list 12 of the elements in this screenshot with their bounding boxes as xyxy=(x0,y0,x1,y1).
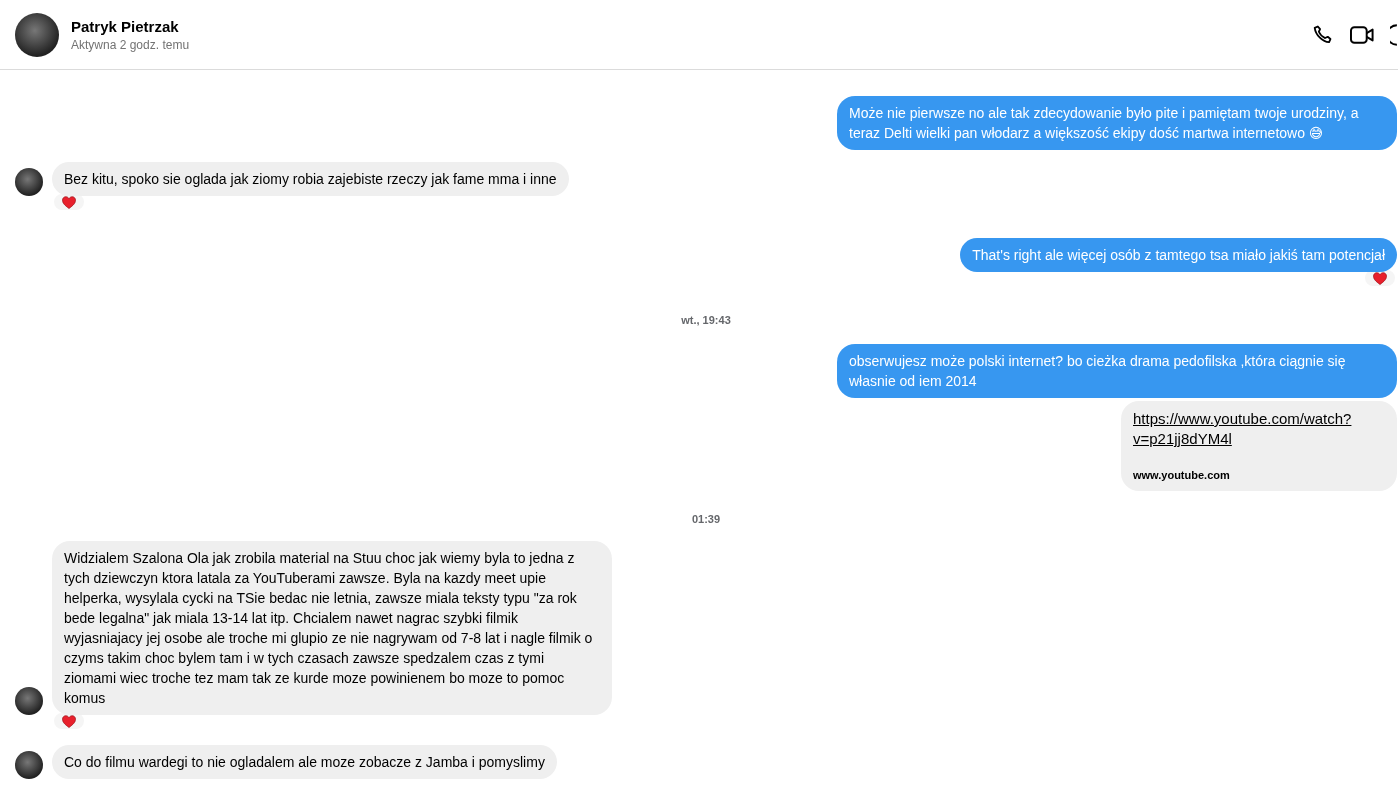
received-message: Co do filmu wardegi to nie ogladalem ale moze zobacze z Jamba i pomyslimy xyxy=(52,745,557,779)
activity-status: Aktywna 2 godz. temu xyxy=(71,37,191,52)
contact-name: Patryk Pietrzak xyxy=(71,17,180,35)
timestamp: wt., 19:43 xyxy=(681,314,731,326)
sent-message: obserwujesz może polski internet? bo cieżka drama pedofilska ,która ciągnie się własnie od iem 2014 xyxy=(837,344,1397,398)
link-domain: www.youtube.com xyxy=(1133,469,1231,481)
sent-message: That's right ale więcej osób z tamtego tsa miało jakiś tam potencjał xyxy=(960,238,1397,272)
received-message: Widzialem Szalona Ola jak zrobila material na Stuu choc jak wiemy byla to jedna z tych dziewczyn ktora latala za YouTuberami zawsze. Byla na kazdy meet upie helperka, wysylala cycki na TSie bedac nie letnia, zawsze miala teksty typu "za rok bede legalna" jak miala 13-14 lat itp. Chcialem nawet nagrac szybki filmik wyjasniajacy jej osobe ale troche mi glupio ze nie nagrywam od 7-8 lat i nagle filmik o czyms takim choc bylem tam i w tych czasach zawsze spedzalem czas z tymi ziomami wiec troche tez mam tak ze kurde moze powinienem bo moze to pomoc komus xyxy=(52,541,612,715)
received-message: Bez kitu, spoko sie oglada jak ziomy robia zajebiste rzeczy jak fame mma i inne xyxy=(52,162,569,196)
link[interactable]: https://www.youtube.com/watch?v=p21jj8dYM4l xyxy=(1133,409,1359,449)
timestamp: 01:39 xyxy=(691,513,721,525)
sent-message: Może nie pierwsze no ale tak zdecydowanie było pite i pamiętam twoje urodziny, a teraz Delti wielki pan włodarz a większość ekipy dość martwa internetowo 😅 xyxy=(837,96,1397,150)
